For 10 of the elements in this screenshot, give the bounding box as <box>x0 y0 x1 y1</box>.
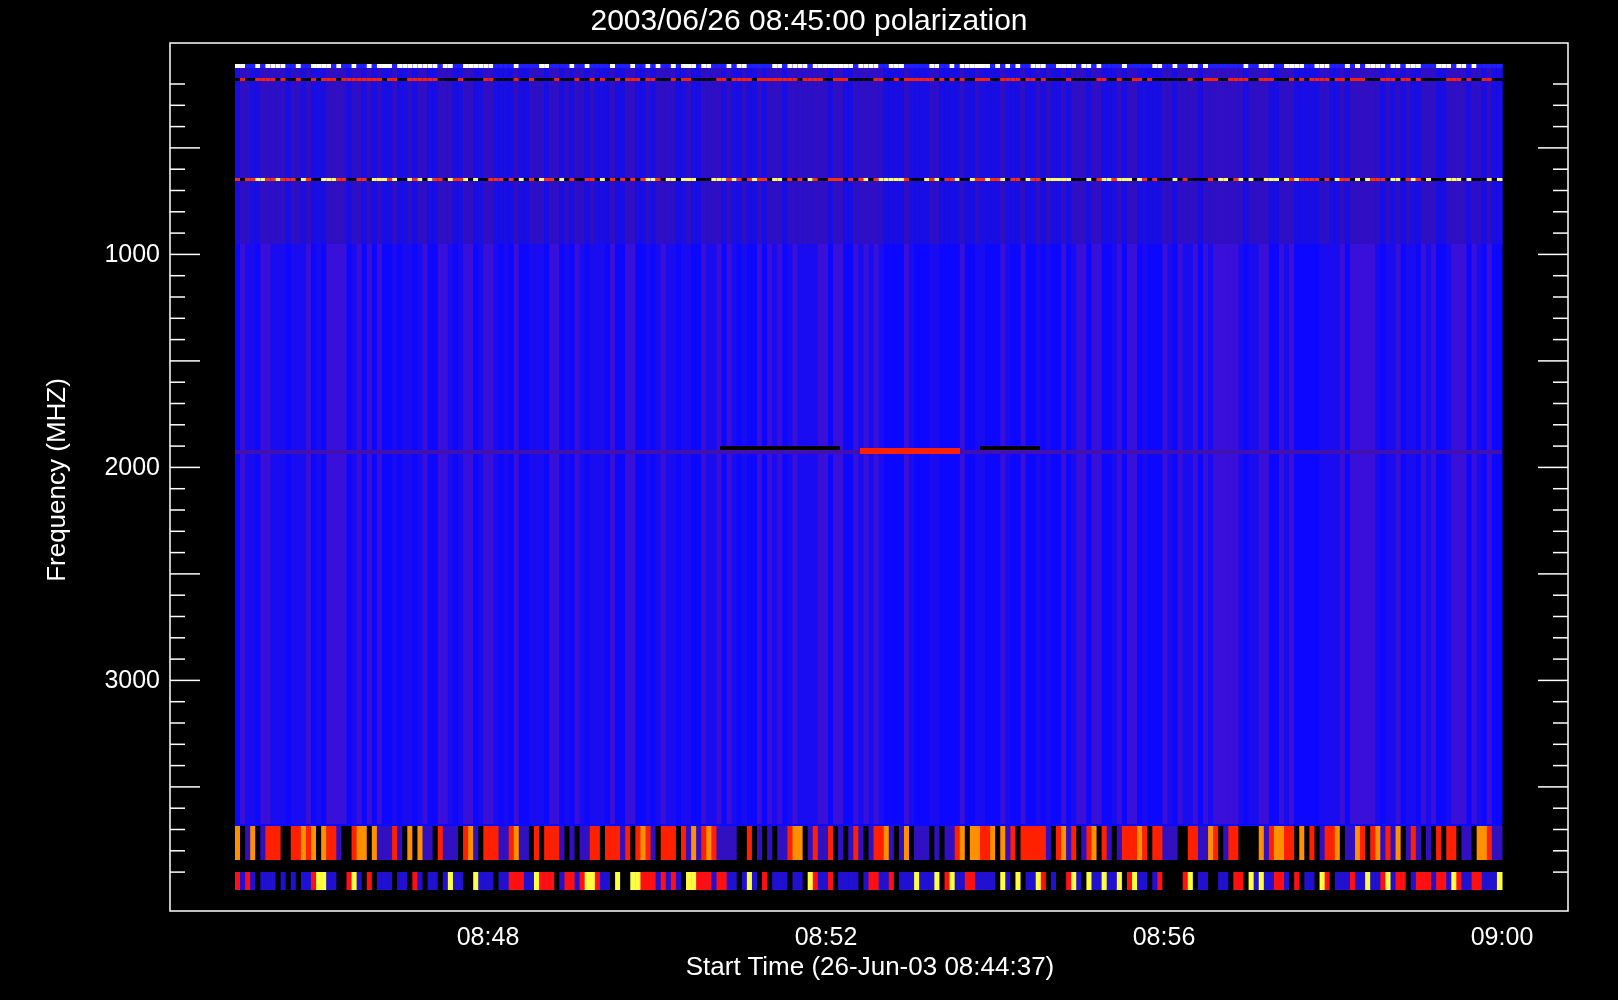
y-tick-label: 1000 <box>104 239 160 267</box>
x-tick-label: 09:00 <box>1470 922 1534 950</box>
plot-title: 2003/06/26 08:45:00 polarization <box>590 3 1028 36</box>
x-tick-label: 08:52 <box>794 922 858 950</box>
y-tick-label: 3000 <box>104 665 160 693</box>
x-tick-label: 08:48 <box>456 922 520 950</box>
y-axis-label: Frequency (MHZ) <box>41 378 71 582</box>
x-axis-label: Start Time (26-Jun-03 08:44:37) <box>685 951 1055 981</box>
x-tick-label: 08:56 <box>1132 922 1196 950</box>
y-tick-label: 2000 <box>104 452 160 480</box>
